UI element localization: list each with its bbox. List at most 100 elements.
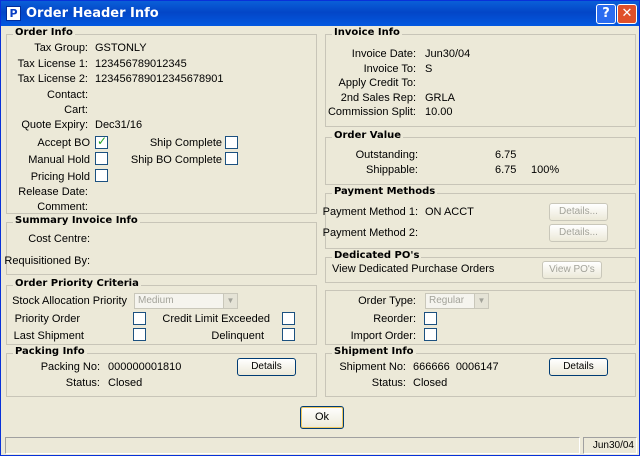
payment-method2-details-button[interactable]: Details... — [549, 224, 608, 242]
accept-bo-checkbox[interactable] — [95, 134, 108, 149]
priority-order-label: Priority Order — [14, 313, 80, 325]
shipment-status-label: Status: — [371, 377, 406, 389]
packing-no-value: 000000001810 — [108, 361, 182, 373]
commission-value: 10.00 — [425, 106, 453, 118]
priority-order-checkbox[interactable] — [133, 312, 146, 325]
chevron-down-icon: ▼ — [223, 294, 237, 308]
shipment-no-label: Shipment No: — [339, 361, 406, 373]
chevron-down-icon: ▼ — [474, 294, 488, 308]
shipment-status-value: Closed — [413, 377, 448, 389]
payment-method2-label: Payment Method 2: — [322, 227, 418, 239]
packing-info-title: Packing Info — [13, 346, 87, 357]
order-priority-title: Order Priority Criteria — [13, 278, 141, 289]
status-bar-main — [5, 437, 580, 454]
payment-method1-value: ON ACCT — [425, 206, 474, 218]
tax-license1-label: Tax License 1: — [17, 58, 88, 70]
delinquent-checkbox[interactable] — [282, 328, 295, 341]
order-priority-group: Order Priority Criteria Stock Allocation… — [6, 278, 317, 345]
help-button[interactable]: ? — [596, 4, 616, 24]
tax-group-value: GSTONLY — [95, 42, 147, 54]
pricing-hold-label: Pricing Hold — [30, 171, 90, 183]
quote-expiry-value: Dec31/16 — [95, 119, 143, 131]
order-info-group: Order Info Tax Group: GSTONLY Tax Licens… — [6, 27, 317, 214]
outstanding-value: 6.75 — [495, 149, 517, 161]
status-bar: Jun30/04 — [5, 437, 637, 455]
invoice-date-label: Invoice Date: — [351, 48, 416, 60]
reorder-checkbox[interactable] — [424, 312, 437, 325]
order-header-window: P Order Header Info ? ✕ Order Info Tax G… — [0, 0, 640, 456]
stock-alloc-value: Medium — [138, 295, 174, 306]
last-shipment-checkbox[interactable] — [133, 328, 146, 341]
manual-hold-label: Manual Hold — [28, 154, 90, 166]
credit-limit-label: Credit Limit Exceeded — [162, 313, 270, 325]
payment-method1-details-button[interactable]: Details... — [549, 203, 608, 221]
credit-limit-checkbox[interactable] — [282, 312, 295, 325]
dedicated-po-title: Dedicated PO's — [332, 250, 422, 261]
dedicated-po-group: Dedicated PO's View Dedicated Purchase O… — [325, 250, 636, 283]
payment-methods-group: Payment Methods Payment Method 1: ON ACC… — [322, 186, 636, 249]
quote-expiry-label: Quote Expiry: — [21, 119, 88, 131]
status-bar-date: Jun30/04 — [583, 437, 637, 454]
payment-method1-label: Payment Method 1: — [322, 206, 418, 218]
sales-rep-label: 2nd Sales Rep: — [340, 92, 416, 104]
cost-centre-label: Cost Centre: — [28, 233, 90, 245]
commission-label: Commission Split: — [327, 106, 416, 118]
packing-info-group: Packing Info Packing No: 000000001810 De… — [6, 346, 317, 397]
comment-label: Comment: — [37, 201, 88, 213]
import-order-checkbox[interactable] — [424, 328, 437, 341]
summary-invoice-title: Summary Invoice Info — [13, 215, 140, 226]
ok-button[interactable]: Ok — [300, 406, 344, 429]
import-order-label: Import Order: — [350, 330, 416, 342]
tax-license2-value: 123456789012345678901 — [95, 73, 224, 85]
invoice-to-label: Invoice To: — [363, 63, 416, 75]
outstanding-label: Outstanding: — [355, 149, 418, 161]
stock-alloc-select[interactable]: Medium ▼ — [134, 293, 238, 309]
release-date-label: Release Date: — [18, 186, 88, 198]
manual-hold-checkbox[interactable] — [95, 152, 108, 165]
packing-no-label: Packing No: — [40, 361, 100, 373]
order-type-value: Regular — [429, 295, 465, 306]
view-pos-button[interactable]: View PO's — [542, 261, 602, 279]
pricing-hold-checkbox[interactable] — [95, 169, 108, 182]
dedicated-po-text: View Dedicated Purchase Orders — [332, 263, 495, 275]
shipment-no-value: 666666 0006147 — [413, 361, 499, 373]
invoice-date-value: Jun30/04 — [425, 48, 471, 60]
order-type-select[interactable]: Regular ▼ — [425, 293, 489, 309]
shippable-percent: 100% — [531, 164, 560, 176]
order-value-title: Order Value — [332, 130, 404, 141]
order-info-title: Order Info — [13, 27, 75, 38]
reorder-label: Reorder: — [373, 313, 416, 325]
ship-bo-complete-checkbox[interactable] — [225, 152, 238, 165]
window-title: Order Header Info — [26, 6, 159, 21]
shippable-label: Shippable: — [366, 164, 418, 176]
packing-status-label: Status: — [65, 377, 100, 389]
shipment-info-group: Shipment Info Shipment No: 666666 000614… — [325, 346, 636, 397]
app-icon: P — [6, 6, 21, 21]
order-value-group: Order Value Outstanding: 6.75 Shippable:… — [325, 130, 636, 185]
payment-methods-title: Payment Methods — [332, 186, 438, 197]
cart-label: Cart: — [64, 104, 88, 116]
invoice-to-value: S — [425, 63, 433, 75]
tax-group-label: Tax Group: — [34, 42, 88, 54]
packing-details-button[interactable]: Details — [237, 358, 296, 376]
apply-credit-label: Apply Credit To: — [338, 77, 416, 89]
shipment-details-button[interactable]: Details — [549, 358, 608, 376]
accept-bo-label: Accept BO — [37, 137, 90, 149]
requisitioned-label: Requisitioned By: — [4, 255, 90, 267]
delinquent-label: Delinquent — [211, 330, 264, 342]
sales-rep-value: GRLA — [425, 92, 455, 104]
contact-label: Contact: — [47, 89, 88, 101]
tax-license2-label: Tax License 2: — [17, 73, 88, 85]
ship-bo-complete-label: Ship BO Complete — [130, 154, 222, 166]
invoice-info-title: Invoice Info — [332, 27, 402, 38]
stock-alloc-label: Stock Allocation Priority — [12, 295, 127, 307]
title-bar[interactable]: P Order Header Info ? ✕ — [1, 1, 639, 26]
order-type-group: Order Type: Regular ▼ Reorder: Import Or… — [325, 290, 636, 345]
summary-invoice-group: Summary Invoice Info Cost Centre: Requis… — [4, 215, 317, 275]
order-type-label: Order Type: — [358, 295, 416, 307]
ship-complete-checkbox[interactable] — [225, 136, 238, 149]
tax-license1-value: 123456789012345 — [95, 58, 187, 70]
ship-complete-label: Ship Complete — [149, 137, 222, 149]
shippable-value: 6.75 — [495, 164, 517, 176]
close-button[interactable]: ✕ — [617, 4, 637, 24]
